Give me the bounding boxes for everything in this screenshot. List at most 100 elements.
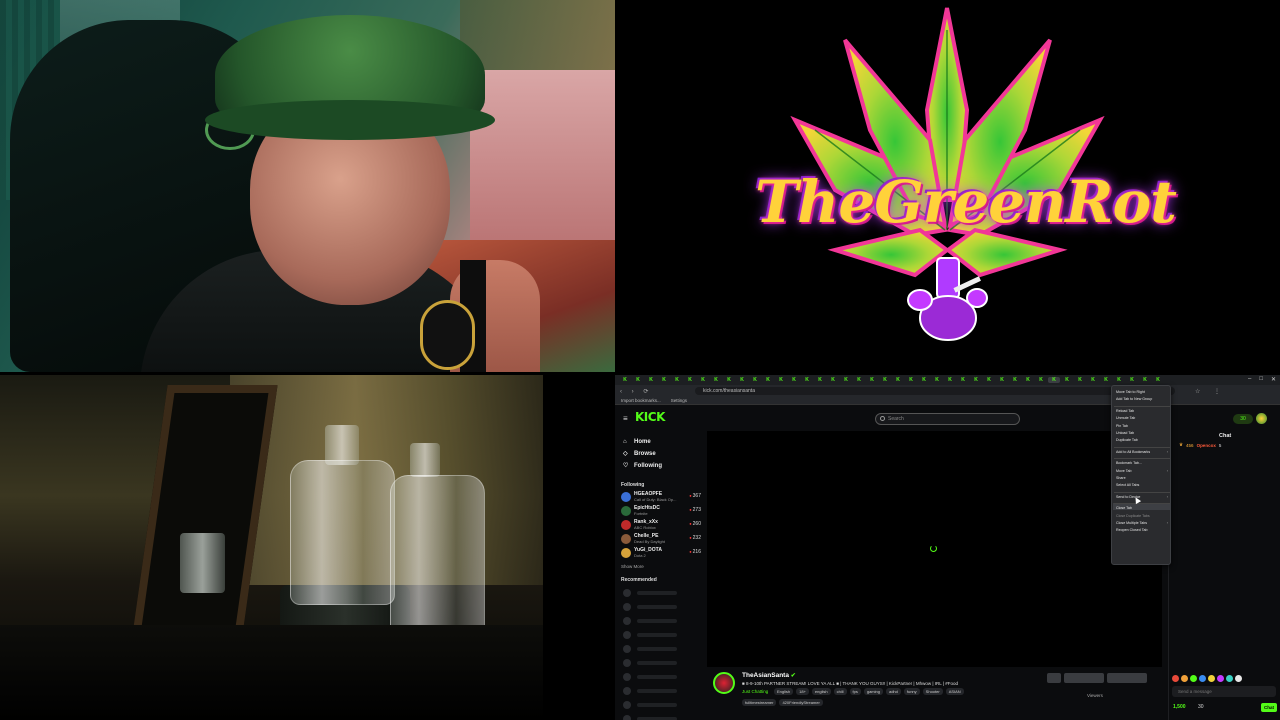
browser-tab[interactable]: K: [736, 377, 748, 383]
maximize-icon[interactable]: □: [1259, 376, 1263, 383]
browser-tab[interactable]: K: [658, 377, 670, 383]
menu-item[interactable]: Share: [1116, 476, 1168, 480]
emote-icon[interactable]: [1172, 675, 1179, 682]
emote-icon[interactable]: [1181, 675, 1188, 682]
menu-item[interactable]: Add Tab to New Group: [1116, 397, 1168, 401]
menu-icon[interactable]: ≡: [623, 414, 628, 423]
browser-tab[interactable]: K: [827, 377, 839, 383]
browser-tab[interactable]: K: [892, 377, 904, 383]
browser-tab[interactable]: K: [710, 377, 722, 383]
send-chat-button[interactable]: Chat: [1261, 703, 1277, 712]
following-item[interactable]: Chelle_PEDead By Daylight232: [621, 532, 701, 546]
gift-user[interactable]: Opencox: [1197, 443, 1216, 448]
stream-tag[interactable]: fulltimestreamer: [742, 699, 777, 706]
browser-tab[interactable]: K: [1074, 377, 1086, 383]
category-link[interactable]: Just Chatting: [742, 689, 768, 694]
browser-tab[interactable]: K: [671, 377, 683, 383]
browser-tab[interactable]: K: [996, 377, 1008, 383]
stream-tag[interactable]: 18+: [796, 688, 809, 695]
browser-tab[interactable]: K: [905, 377, 917, 383]
stream-tag[interactable]: ASIAN: [945, 688, 964, 695]
following-item[interactable]: Rank_xXxABC Roblox260: [621, 518, 701, 532]
menu-item[interactable]: Close Multiple Tabs ›: [1116, 521, 1168, 525]
browser-tab[interactable]: K: [619, 377, 631, 383]
menu-item[interactable]: Close Duplicate Tabs: [1116, 514, 1168, 518]
stream-tag[interactable]: English: [774, 688, 794, 695]
browser-tab[interactable]: K: [788, 377, 800, 383]
browser-tab[interactable]: K: [762, 377, 774, 383]
stream-tag[interactable]: gaming: [863, 688, 883, 695]
avatar[interactable]: [1256, 413, 1267, 424]
browser-tab[interactable]: K: [879, 377, 891, 383]
browser-tab[interactable]: K: [840, 377, 852, 383]
browser-tab[interactable]: K: [983, 377, 995, 383]
emote-icon[interactable]: [1235, 675, 1242, 682]
stream-tag[interactable]: fps: [849, 688, 861, 695]
browser-tab[interactable]: K: [957, 377, 969, 383]
stream-tag[interactable]: english: [811, 688, 831, 695]
browser-tab[interactable]: K: [801, 377, 813, 383]
browser-tab[interactable]: K: [931, 377, 943, 383]
extensions-icon[interactable]: ☆ ⋮: [1175, 388, 1226, 395]
browser-tab[interactable]: K: [944, 377, 956, 383]
streamer-name[interactable]: TheAsianSanta ✔: [742, 672, 796, 679]
browser-tab[interactable]: K: [684, 377, 696, 383]
sidebar-item-browse[interactable]: ◇ Browse: [623, 449, 656, 459]
follow-button[interactable]: [1047, 673, 1061, 683]
bookmark-settings[interactable]: Settings: [671, 398, 687, 403]
browser-tab[interactable]: K: [814, 377, 826, 383]
subscribe-button[interactable]: [1064, 673, 1104, 683]
emote-icon[interactable]: [1190, 675, 1197, 682]
emote-icon[interactable]: [1226, 675, 1233, 682]
browser-tab[interactable]: K: [918, 377, 930, 383]
browser-tab[interactable]: K: [1087, 377, 1099, 383]
browser-tab[interactable]: K: [1139, 377, 1151, 383]
browser-tab[interactable]: K: [1113, 377, 1125, 383]
bag-count[interactable]: 30: [1198, 704, 1204, 710]
browser-tab[interactable]: K: [1035, 377, 1047, 383]
menu-item[interactable]: Pin Tab: [1116, 424, 1168, 428]
menu-item[interactable]: Unmute Tab: [1116, 416, 1168, 420]
browser-tab[interactable]: K: [970, 377, 982, 383]
url-field[interactable]: kick.com/theasiansanta: [695, 387, 1175, 395]
stream-tag[interactable]: chill: [833, 688, 847, 695]
browser-tab[interactable]: K: [775, 377, 787, 383]
emote-icon[interactable]: [1217, 675, 1224, 682]
browser-tab[interactable]: K: [749, 377, 761, 383]
gift-button[interactable]: [1107, 673, 1147, 683]
browser-tab[interactable]: K: [866, 377, 878, 383]
emote-icon[interactable]: [1208, 675, 1215, 682]
menu-item[interactable]: Reload Tab: [1116, 409, 1168, 413]
browser-tab[interactable]: K: [1009, 377, 1021, 383]
browser-tab[interactable]: K: [645, 377, 657, 383]
sidebar-item-following[interactable]: ♡ Following: [623, 461, 662, 471]
browser-tab[interactable]: K: [853, 377, 865, 383]
browser-tab[interactable]: K: [1061, 377, 1073, 383]
menu-item[interactable]: Move Tab ›: [1116, 469, 1168, 473]
following-item[interactable]: YuGi_DOTADota 2216: [621, 546, 701, 560]
nav-buttons[interactable]: ‹ › ⟳: [615, 388, 695, 395]
show-more-link[interactable]: Show More: [621, 564, 644, 569]
browser-tab[interactable]: K: [723, 377, 735, 383]
menu-item[interactable]: Duplicate Tab: [1116, 438, 1168, 442]
points-count[interactable]: 1,500: [1173, 704, 1186, 710]
close-icon[interactable]: ✕: [1271, 376, 1276, 383]
browser-tab[interactable]: K: [1100, 377, 1112, 383]
following-item[interactable]: EpicHtsDCFortnite273: [621, 504, 701, 518]
kick-logo[interactable]: KICK: [635, 410, 665, 424]
browser-tab[interactable]: K: [697, 377, 709, 383]
menu-item[interactable]: Unload Tab: [1116, 431, 1168, 435]
browser-tab[interactable]: K: [1152, 377, 1164, 383]
stream-tag[interactable]: Shooter: [922, 688, 943, 695]
menu-item[interactable]: Reopen Closed Tab: [1116, 528, 1168, 532]
menu-item[interactable]: Add to All Bookmarks ›: [1116, 450, 1168, 454]
bookmark-import[interactable]: Import bookmarks...: [621, 398, 661, 403]
menu-item[interactable]: Send to Device ›: [1116, 495, 1168, 499]
browser-tab[interactable]: K: [1048, 377, 1060, 383]
streamer-avatar[interactable]: [713, 672, 735, 694]
stream-tag[interactable]: 420FriendlyStreamer: [779, 699, 823, 706]
minimize-icon[interactable]: –: [1248, 376, 1251, 383]
video-player[interactable]: [707, 431, 1162, 667]
stream-tag[interactable]: adhd: [885, 688, 901, 695]
menu-item[interactable]: Close Tab: [1116, 506, 1168, 510]
